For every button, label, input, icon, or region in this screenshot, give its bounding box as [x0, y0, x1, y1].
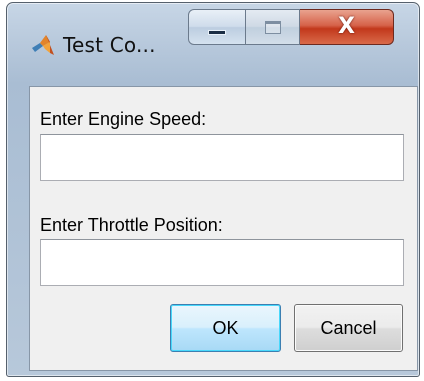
- minimize-button[interactable]: [188, 9, 246, 45]
- title-bar[interactable]: Test Co... X: [7, 3, 419, 85]
- maximize-button[interactable]: [246, 9, 300, 45]
- engine-speed-label: Enter Engine Speed:: [40, 109, 207, 129]
- matlab-icon: [32, 35, 54, 55]
- throttle-position-input[interactable]: [40, 239, 404, 286]
- ok-button[interactable]: OK: [170, 304, 281, 352]
- window-title: Test Co...: [63, 33, 156, 57]
- close-icon: X: [338, 14, 355, 39]
- engine-speed-input[interactable]: [40, 134, 404, 181]
- dialog-content: Enter Engine Speed: Enter Throttle Posit…: [29, 86, 418, 371]
- dialog-window: Test Co... X Enter Engine Speed: Enter T…: [6, 2, 420, 377]
- cancel-button[interactable]: Cancel: [294, 304, 403, 352]
- maximize-icon: [264, 20, 281, 34]
- minimize-icon: [208, 29, 226, 35]
- throttle-position-label: Enter Throttle Position:: [40, 215, 223, 235]
- close-button[interactable]: X: [300, 9, 394, 45]
- caption-buttons: X: [188, 9, 394, 47]
